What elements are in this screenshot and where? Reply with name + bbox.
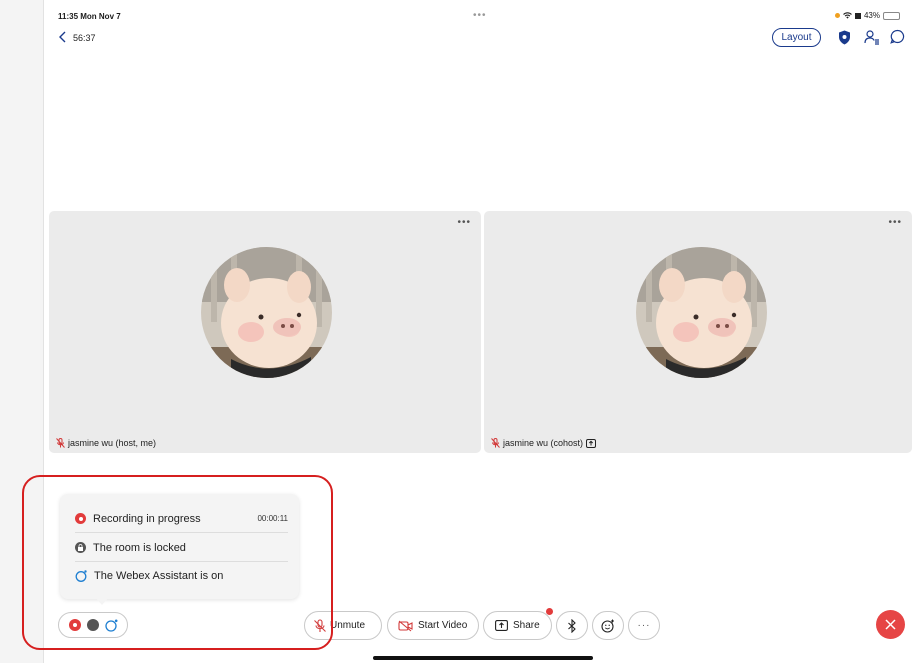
bluetooth-icon [568, 618, 576, 633]
tile-more-icon[interactable]: ••• [888, 217, 902, 228]
bluetooth-button[interactable] [556, 611, 588, 640]
leave-meeting-button[interactable] [876, 610, 905, 639]
back-chevron-icon[interactable] [58, 31, 68, 43]
muted-mic-icon [491, 438, 500, 448]
multitask-dots-icon[interactable]: ••• [473, 10, 487, 21]
status-time: 11:35 Mon Nov 7 [58, 12, 121, 21]
participant-name-label: jasmine wu (host, me) [56, 438, 156, 448]
share-notification-dot [546, 608, 553, 615]
sharing-screen-icon [586, 438, 597, 448]
participants-icon[interactable] [864, 29, 880, 45]
status-indicators: 43% [834, 11, 900, 20]
more-dots-icon: ··· [637, 620, 651, 631]
muted-mic-icon [56, 438, 65, 448]
home-indicator[interactable] [373, 656, 593, 660]
status-bar: 11:35 Mon Nov 7 ••• 43% [45, 0, 912, 22]
security-shield-icon[interactable] [838, 30, 851, 45]
participant-name: jasmine wu (host, me) [68, 438, 157, 448]
reactions-button[interactable] [592, 611, 624, 640]
battery-percent: 43% [863, 11, 880, 20]
chat-icon[interactable] [890, 29, 905, 44]
start-video-label: Start Video [418, 620, 468, 631]
video-tile-cohost[interactable]: ••• jasmine wu (cohost) [484, 211, 912, 453]
signal-icon [854, 13, 861, 19]
share-screen-icon [495, 620, 508, 631]
video-tile-host[interactable]: ••• jasmine wu (host, me) [49, 211, 481, 453]
start-video-button[interactable]: Start Video [387, 611, 479, 640]
participant-name-label: jasmine wu (cohost) [491, 438, 597, 448]
tile-more-icon[interactable]: ••• [457, 217, 471, 228]
highlight-annotation-outline [22, 475, 333, 650]
layout-button[interactable]: Layout [772, 28, 821, 47]
reaction-smiley-icon [601, 619, 614, 633]
video-off-icon [398, 620, 413, 631]
more-options-button[interactable]: ··· [628, 611, 660, 640]
mic-indicator-icon [834, 13, 840, 18]
wifi-icon [843, 12, 852, 19]
close-icon [885, 619, 896, 630]
battery-icon [883, 11, 900, 20]
unmute-label: Unmute [330, 620, 366, 631]
avatar [636, 247, 767, 378]
meeting-timer: 56:37 [73, 33, 96, 43]
share-label: Share [513, 620, 540, 631]
participant-name: jasmine wu (cohost) [503, 438, 584, 448]
share-button[interactable]: Share [483, 608, 553, 640]
avatar [201, 247, 332, 378]
